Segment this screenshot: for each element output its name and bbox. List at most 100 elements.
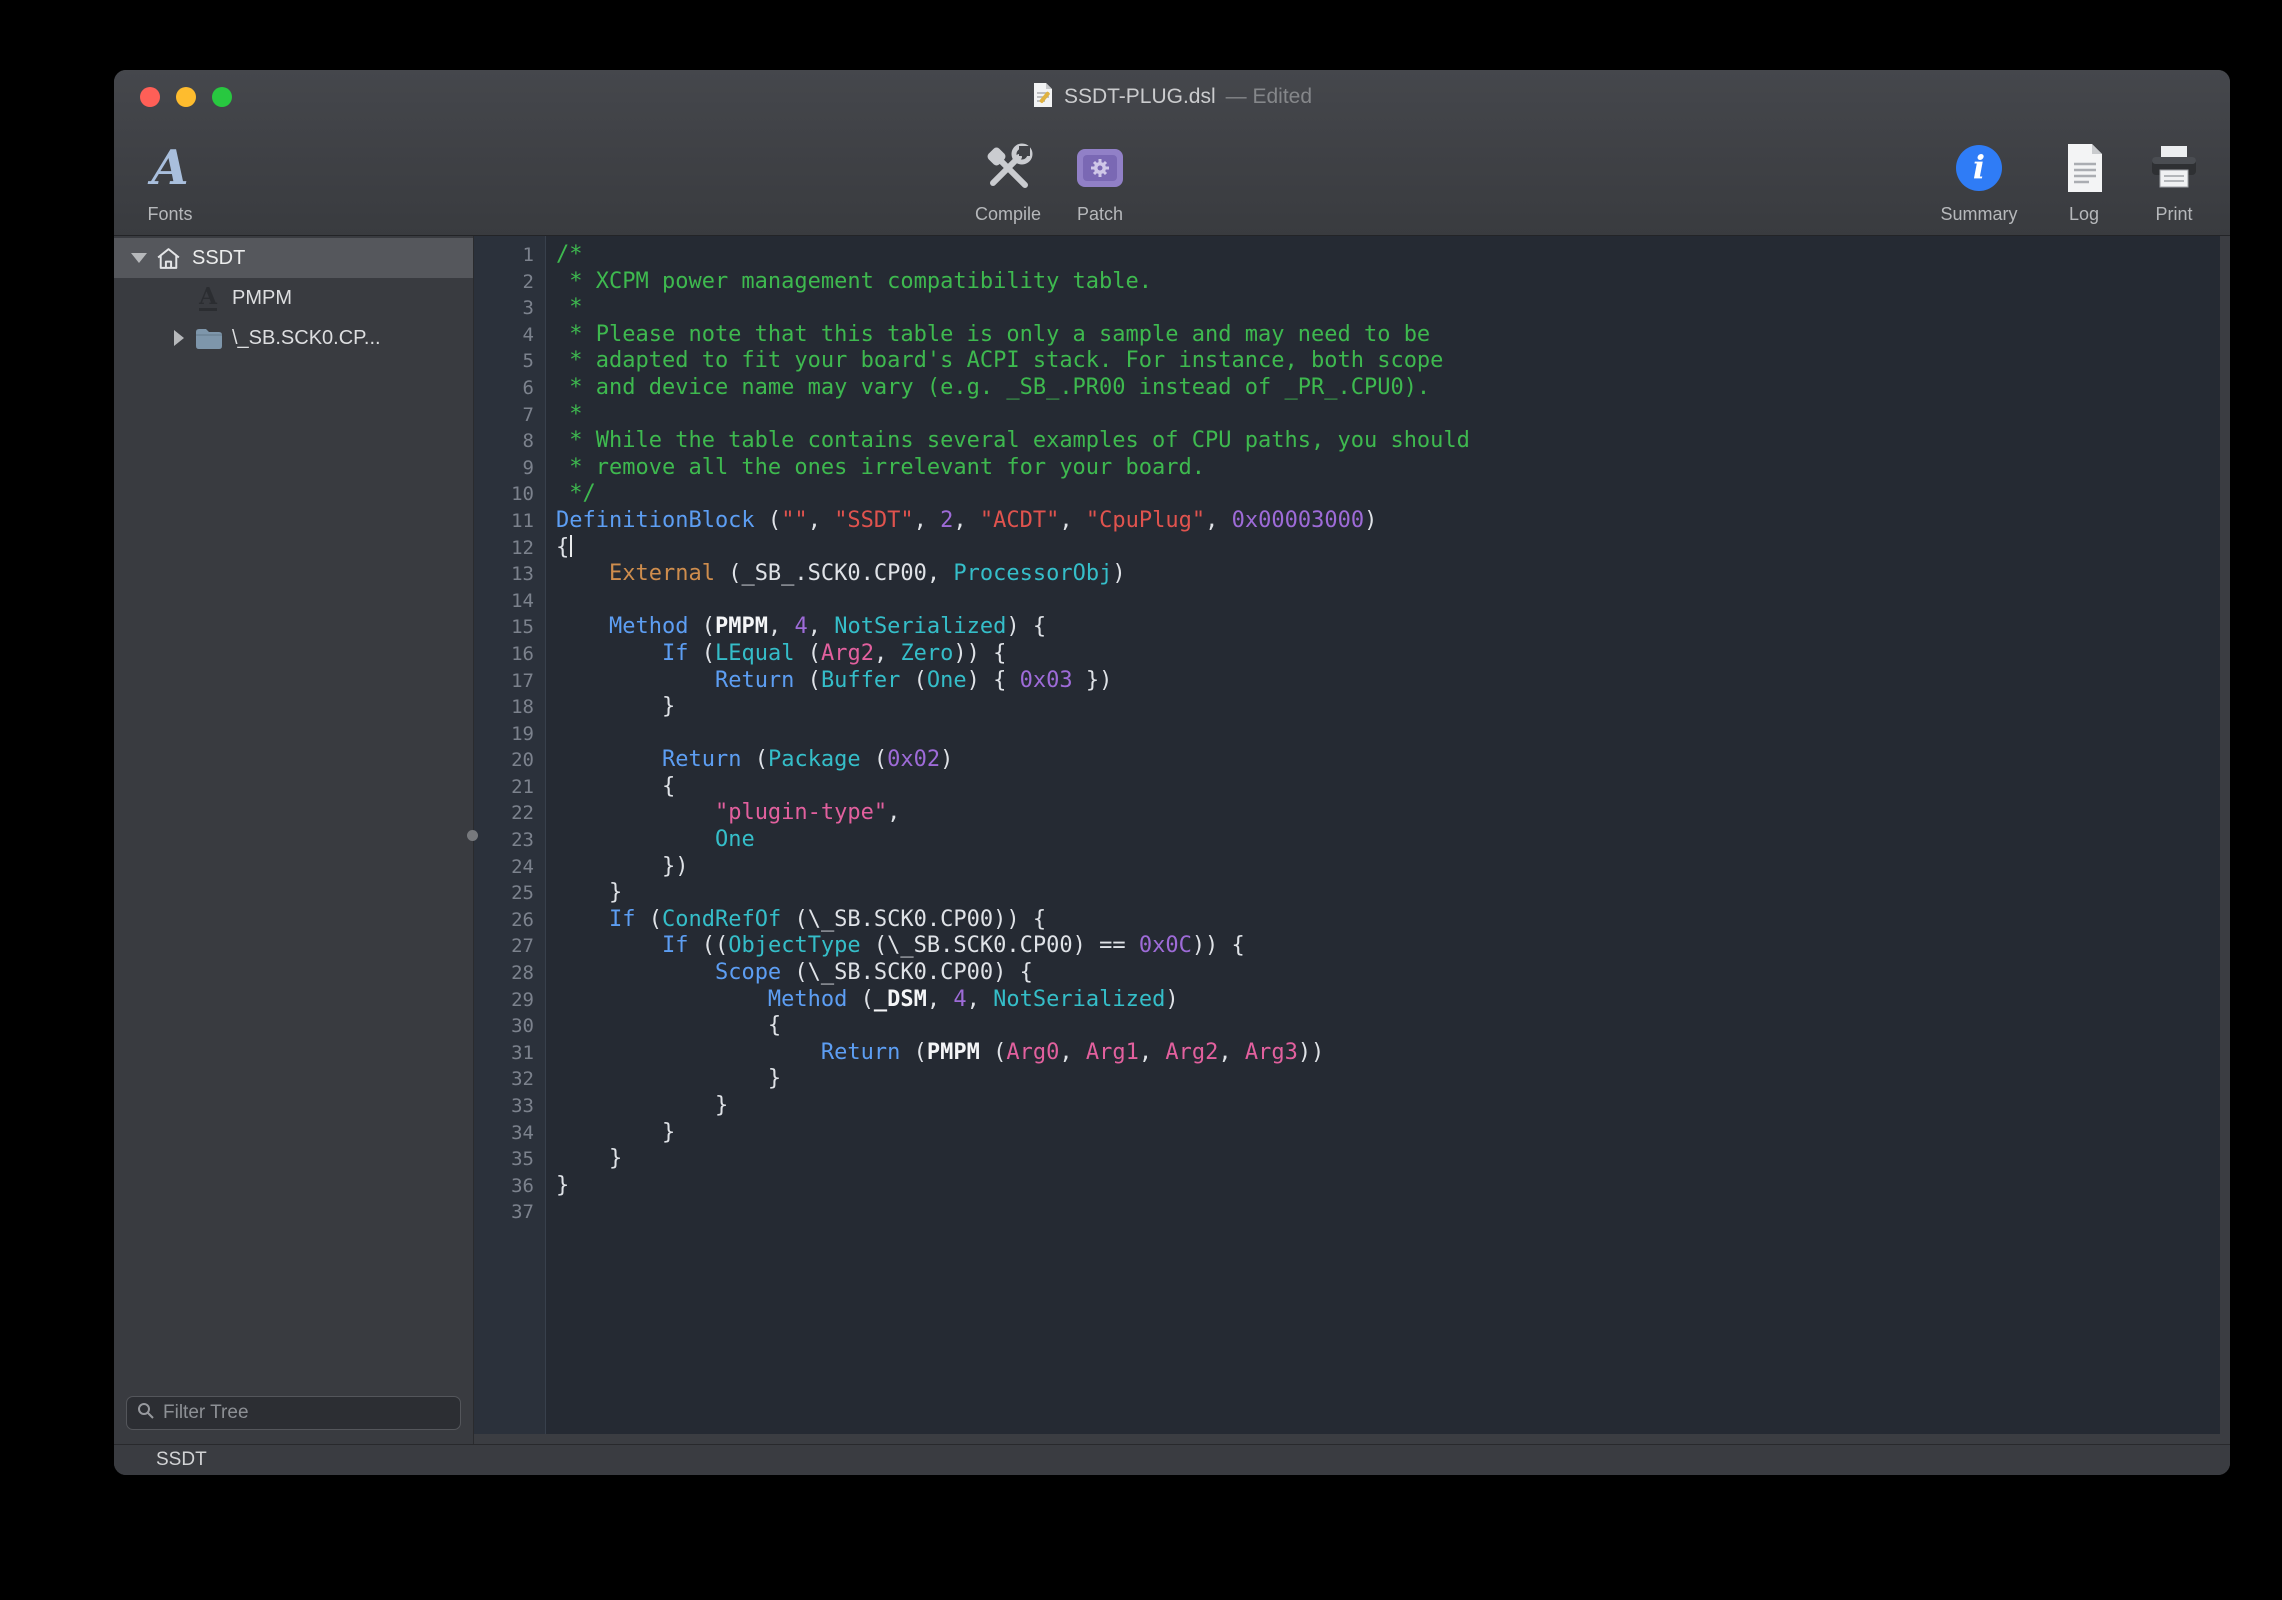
code-editor[interactable]: 1/*2 * XCPM power management compatibili… (474, 236, 2220, 1434)
method-icon: A (192, 285, 224, 311)
tree-item-ssdt[interactable]: SSDT (114, 238, 473, 278)
compile-icon (982, 139, 1034, 197)
line-number: 11 (474, 508, 546, 535)
code-lines: 1/*2 * XCPM power management compatibili… (474, 236, 2220, 1434)
text-caret (570, 535, 572, 557)
fonts-icon: A (151, 139, 188, 197)
summary-icon: i (1954, 139, 2004, 197)
log-icon (2062, 139, 2106, 197)
patch-button[interactable]: Patch (1060, 139, 1140, 235)
line-number: 28 (474, 960, 546, 987)
code-line[interactable]: 18 } (474, 694, 2220, 721)
app-window: SSDT-PLUG.dsl — Edited A Fonts (114, 70, 2230, 1475)
code-line[interactable]: 21 { (474, 774, 2220, 801)
code-line[interactable]: 1/* (474, 242, 2220, 269)
code-line[interactable]: 35 } (474, 1146, 2220, 1173)
document-icon (1032, 82, 1054, 113)
disclosure-down-icon[interactable] (126, 253, 152, 263)
line-number: 13 (474, 561, 546, 588)
line-number: 36 (474, 1173, 546, 1200)
code-line[interactable]: 23 One (474, 827, 2220, 854)
code-line[interactable]: 15 Method (PMPM, 4, NotSerialized) { (474, 614, 2220, 641)
line-number: 8 (474, 428, 546, 455)
line-number: 33 (474, 1093, 546, 1120)
folder-icon (192, 327, 224, 349)
code-line[interactable]: 13 External (_SB_.SCK0.CP00, ProcessorOb… (474, 561, 2220, 588)
code-line[interactable]: 25 } (474, 880, 2220, 907)
print-button[interactable]: Print (2134, 139, 2214, 235)
tree-item-pmpm[interactable]: A PMPM (114, 278, 473, 318)
code-line[interactable]: 37 (474, 1199, 2220, 1226)
code-line[interactable]: 36} (474, 1173, 2220, 1200)
line-number: 23 (474, 827, 546, 854)
code-line[interactable]: 9 * remove all the ones irrelevant for y… (474, 455, 2220, 482)
code-line[interactable]: 31 Return (PMPM (Arg0, Arg1, Arg2, Arg3)… (474, 1040, 2220, 1067)
filter-tree-field[interactable] (126, 1396, 461, 1430)
line-number: 35 (474, 1146, 546, 1173)
tree-item-label: \_SB.SCK0.CP... (232, 327, 381, 350)
code-line[interactable]: 32 } (474, 1066, 2220, 1093)
log-button[interactable]: Log (2044, 139, 2124, 235)
code-line[interactable]: 6 * and device name may vary (e.g. _SB_.… (474, 375, 2220, 402)
line-number: 30 (474, 1013, 546, 1040)
line-number: 4 (474, 322, 546, 349)
line-number: 21 (474, 774, 546, 801)
code-line[interactable]: 17 Return (Buffer (One) { 0x03 }) (474, 668, 2220, 695)
code-line[interactable]: 22 "plugin-type", (474, 800, 2220, 827)
code-line[interactable]: 24 }) (474, 854, 2220, 881)
fonts-button[interactable]: A Fonts (122, 139, 218, 235)
code-line[interactable]: 19 (474, 721, 2220, 748)
tree-item-sb-sck0-cp[interactable]: \_SB.SCK0.CP... (114, 318, 473, 358)
code-line[interactable]: 27 If ((ObjectType (\_SB.SCK0.CP00) == 0… (474, 933, 2220, 960)
line-number: 6 (474, 375, 546, 402)
code-line[interactable]: 30 { (474, 1013, 2220, 1040)
code-line[interactable]: 7 * (474, 402, 2220, 429)
line-number: 10 (474, 481, 546, 508)
tree-item-label: PMPM (232, 287, 292, 310)
patch-label: Patch (1077, 204, 1123, 225)
line-number: 26 (474, 907, 546, 934)
line-number: 2 (474, 269, 546, 296)
code-line[interactable]: 3 * (474, 295, 2220, 322)
fonts-label: Fonts (147, 204, 192, 225)
line-number: 18 (474, 694, 546, 721)
code-line[interactable]: 34 } (474, 1120, 2220, 1147)
code-line[interactable]: 33 } (474, 1093, 2220, 1120)
code-line[interactable]: 12{ (474, 535, 2220, 562)
split-handle[interactable] (467, 830, 478, 841)
status-selection-text: SSDT (156, 1449, 207, 1471)
code-line[interactable]: 28 Scope (\_SB.SCK0.CP00) { (474, 960, 2220, 987)
print-icon (2148, 139, 2200, 197)
code-line[interactable]: 10 */ (474, 481, 2220, 508)
sidebar: SSDT A PMPM \_SB.SCK0.CP... (114, 236, 474, 1444)
code-line[interactable]: 14 (474, 588, 2220, 615)
line-number: 17 (474, 668, 546, 695)
line-number: 20 (474, 747, 546, 774)
editor-container: 1/*2 * XCPM power management compatibili… (474, 236, 2230, 1444)
code-line[interactable]: 26 If (CondRefOf (\_SB.SCK0.CP00)) { (474, 907, 2220, 934)
window-header: SSDT-PLUG.dsl — Edited A Fonts (114, 70, 2230, 236)
summary-button[interactable]: i Summary (1924, 139, 2034, 235)
line-number: 3 (474, 295, 546, 322)
patch-icon (1075, 139, 1125, 197)
code-line[interactable]: 11DefinitionBlock ("", "SSDT", 2, "ACDT"… (474, 508, 2220, 535)
status-bar: SSDT (114, 1444, 2230, 1475)
line-number: 9 (474, 455, 546, 482)
line-number: 32 (474, 1066, 546, 1093)
line-number: 7 (474, 402, 546, 429)
compile-button[interactable]: Compile (960, 139, 1056, 235)
disclosure-right-icon[interactable] (166, 330, 192, 346)
code-line[interactable]: 20 Return (Package (0x02) (474, 747, 2220, 774)
line-number: 25 (474, 880, 546, 907)
code-line[interactable]: 29 Method (_DSM, 4, NotSerialized) (474, 987, 2220, 1014)
line-number: 29 (474, 987, 546, 1014)
code-line[interactable]: 4 * Please note that this table is only … (474, 322, 2220, 349)
code-line[interactable]: 2 * XCPM power management compatibility … (474, 269, 2220, 296)
titlebar[interactable]: SSDT-PLUG.dsl — Edited (114, 70, 2230, 124)
window-title: SSDT-PLUG.dsl — Edited (114, 70, 2230, 124)
filter-tree-input[interactable] (163, 1402, 450, 1424)
code-line[interactable]: 16 If (LEqual (Arg2, Zero)) { (474, 641, 2220, 668)
code-line[interactable]: 8 * While the table contains several exa… (474, 428, 2220, 455)
line-number: 5 (474, 348, 546, 375)
code-line[interactable]: 5 * adapted to fit your board's ACPI sta… (474, 348, 2220, 375)
